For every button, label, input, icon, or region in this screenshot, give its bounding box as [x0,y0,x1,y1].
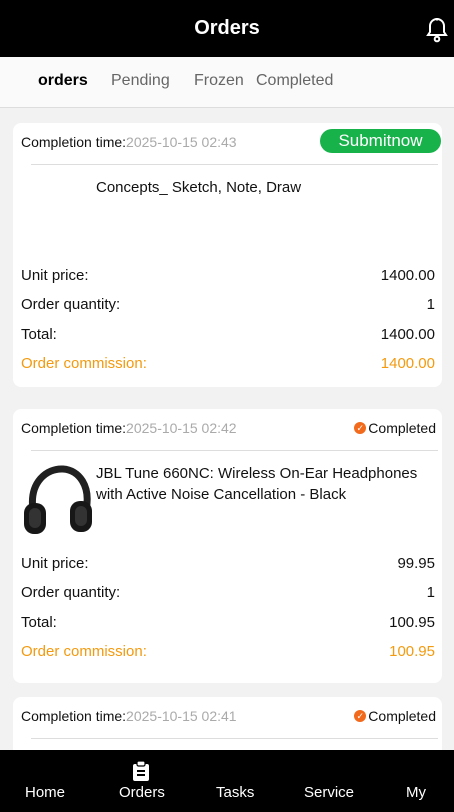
quantity-value: 1 [426,584,435,601]
tab-frozen[interactable]: Frozen [194,72,244,90]
order-tabs: orders Pending Frozen Completed [0,57,454,108]
product-title: JBL Tune 660NC: Wireless On-Ear Headphon… [96,465,418,503]
clipboard-icon [133,760,149,781]
commission-value: 1400.00 [380,355,435,372]
check-icon: ✓ [354,422,367,434]
commission-value: 100.95 [389,643,435,660]
page-title: Orders [194,17,260,39]
total-row: Total: 1400.00 [21,326,435,343]
commission-label: Order commission: [21,355,147,372]
submit-now-button[interactable]: Submitnow [320,129,441,153]
completion-time-value: 2025-10-15 02:42 [126,420,237,436]
total-label: Total: [21,614,57,631]
order-card: Completion time:2025-10-15 02:42 ✓ Compl… [13,409,442,683]
card-divider [31,738,438,739]
status-text: Completed [368,708,436,724]
unit-price-value: 99.95 [397,555,435,572]
commission-row: Order commission: 100.95 [21,643,435,660]
product-title: Concepts_ Sketch, Note, Draw [96,179,302,196]
status-badge: ✓ Completed [354,420,436,436]
quantity-row: Order quantity: 1 [21,584,435,601]
commission-row: Order commission: 1400.00 [21,355,435,372]
orders-screen: Orders orders Pending Frozen Completed C… [0,0,454,812]
completion-time: Completion time:2025-10-15 02:42 [21,420,237,436]
completion-time: Completion time:2025-10-15 02:43 [21,134,237,150]
completion-time-label: Completion time: [21,708,127,724]
completion-time-value: 2025-10-15 02:43 [126,134,237,150]
unit-price-row: Unit price: 99.95 [21,555,435,572]
total-value: 100.95 [389,614,435,631]
total-label: Total: [21,326,57,343]
total-value: 1400.00 [380,326,435,343]
nav-my[interactable]: My [406,784,426,801]
bell-icon[interactable] [424,15,450,43]
total-row: Total: 100.95 [21,614,435,631]
tab-orders[interactable]: orders [38,72,88,90]
nav-home[interactable]: Home [25,784,65,801]
nav-service[interactable]: Service [304,784,354,801]
order-card: Completion time:2025-10-15 02:43 Submitn… [13,123,442,387]
order-card: Completion time:2025-10-15 02:41 ✓ Compl… [13,697,442,750]
nav-tasks[interactable]: Tasks [216,784,254,801]
nav-orders[interactable]: Orders [119,784,165,801]
headphones-image [24,465,92,534]
card-divider [31,164,438,165]
completion-time: Completion time:2025-10-15 02:41 [21,708,237,724]
completion-time-label: Completion time: [21,420,127,436]
quantity-label: Order quantity: [21,584,121,601]
unit-price-label: Unit price: [21,267,89,284]
completion-time-value: 2025-10-15 02:41 [126,708,237,724]
tab-completed[interactable]: Completed [256,72,333,90]
quantity-value: 1 [426,296,435,313]
status-badge: ✓ Completed [354,708,436,724]
unit-price-label: Unit price: [21,555,89,572]
orders-list: Completion time:2025-10-15 02:43 Submitn… [0,108,454,750]
quantity-label: Order quantity: [21,296,121,313]
card-divider [31,450,438,451]
unit-price-row: Unit price: 1400.00 [21,267,435,284]
completion-time-label: Completion time: [21,134,127,150]
quantity-row: Order quantity: 1 [21,296,435,313]
unit-price-value: 1400.00 [380,267,435,284]
check-icon: ✓ [354,710,367,722]
tab-pending[interactable]: Pending [111,72,170,90]
status-text: Completed [368,420,436,436]
commission-label: Order commission: [21,643,147,660]
bottom-navigation: Home Orders Tasks Service My [0,750,454,812]
top-bar: Orders [0,0,454,57]
